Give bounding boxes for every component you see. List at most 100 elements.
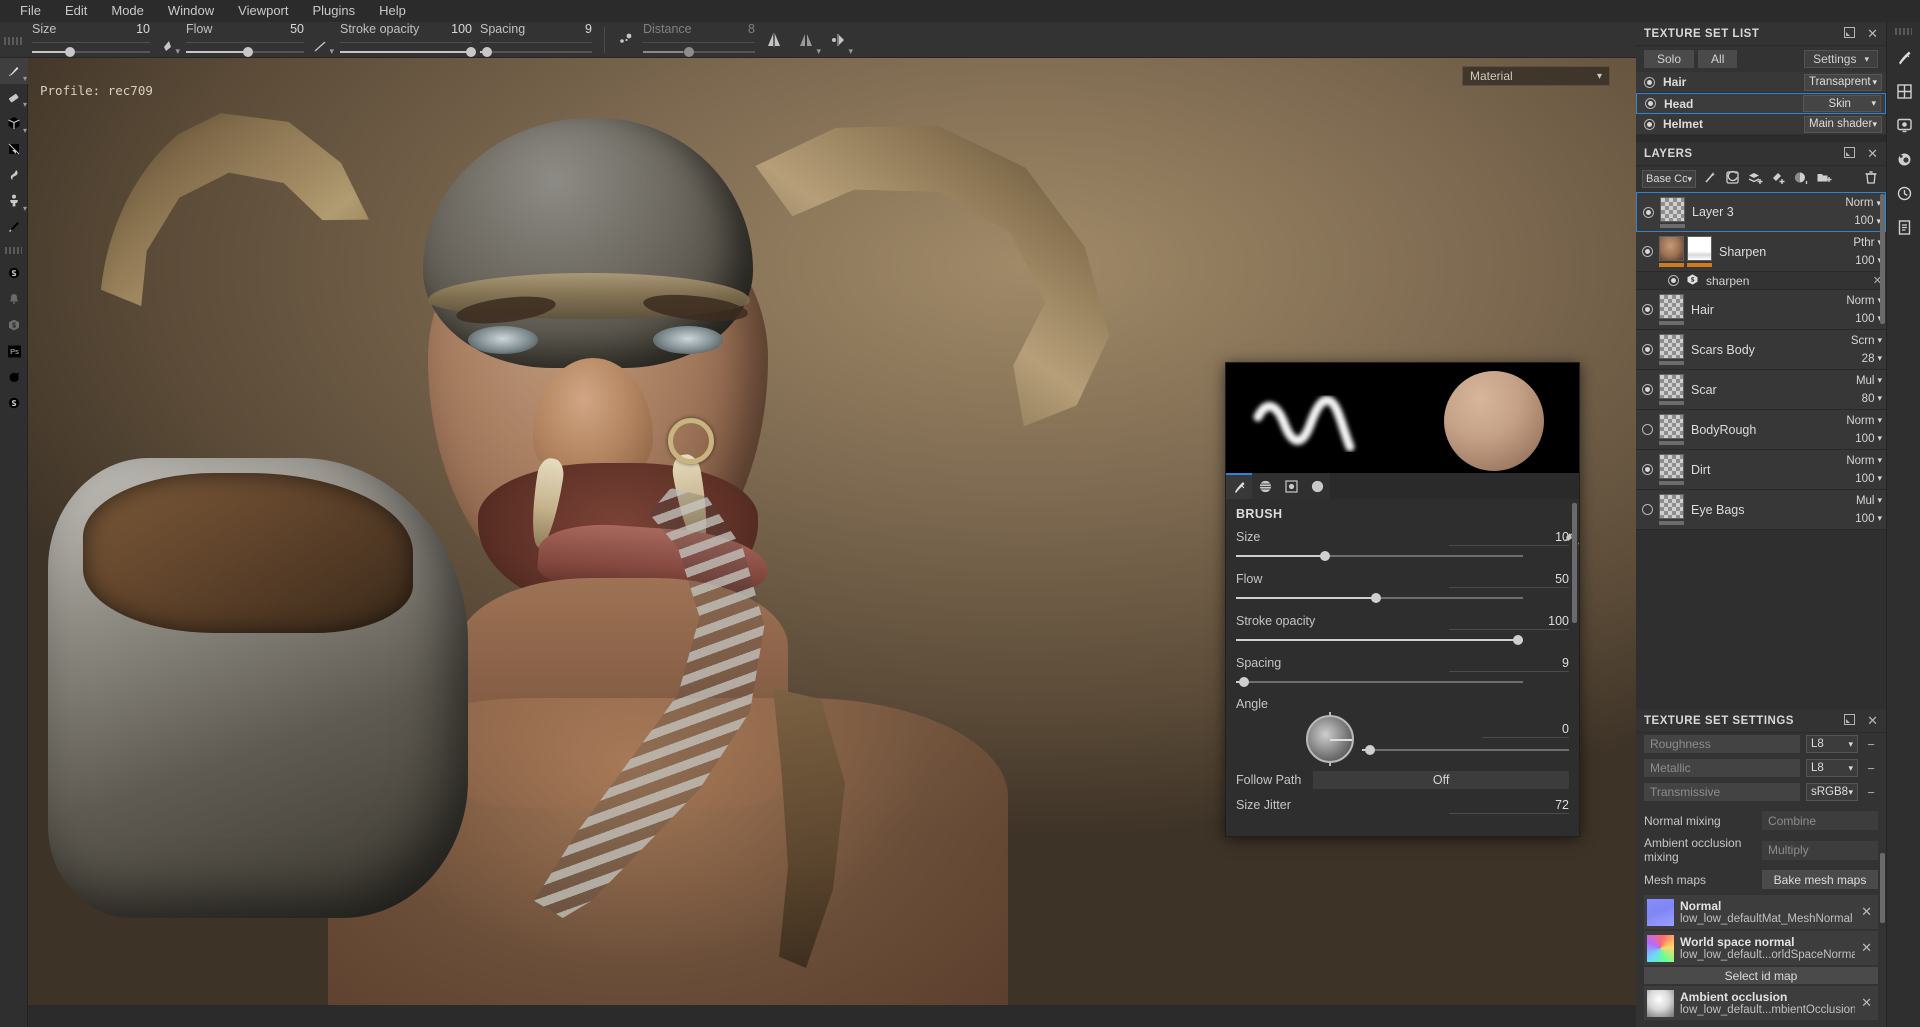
effect-visibility-toggle[interactable] <box>1668 275 1679 286</box>
layer-row-bodyrough[interactable]: BodyRough Norm ▾ 100 ▾ <box>1636 410 1886 450</box>
scatter-icon[interactable] <box>613 22 639 58</box>
layer-blend-mode[interactable]: Norm <box>1846 455 1874 467</box>
layer-visibility-toggle[interactable] <box>1642 246 1653 257</box>
layer-blend-mode[interactable]: Scrn <box>1851 335 1875 347</box>
shader-dropdown[interactable]: Main shader ▾ <box>1804 115 1882 133</box>
texture-set-row-head[interactable]: Head Skin ▾ <box>1636 93 1886 114</box>
texture-set-settings-scrollbar[interactable] <box>1880 853 1885 923</box>
layer-blend-mode[interactable]: Pthr <box>1853 237 1874 249</box>
layer-thumbnail[interactable] <box>1659 374 1684 399</box>
substance-launcher[interactable] <box>0 390 28 416</box>
brush-tip-icon[interactable]: ▾ <box>154 25 180 55</box>
photoshop-link[interactable]: Ps <box>0 338 28 364</box>
brush-panel-scrollbar[interactable] <box>1572 503 1577 623</box>
channel-name[interactable]: Metallic <box>1644 759 1800 777</box>
remove-mesh-map-icon[interactable]: ✕ <box>1861 904 1872 920</box>
menu-item-plugins[interactable]: Plugins <box>300 0 367 22</box>
layer-opacity[interactable]: 100 <box>1855 513 1874 525</box>
tab-stencil[interactable] <box>1278 473 1304 499</box>
mirror-icon[interactable] <box>759 22 791 58</box>
brush-size-slider[interactable] <box>1236 550 1523 562</box>
layer-row-dirt[interactable]: Dirt Norm ▾ 100 ▾ <box>1636 450 1886 490</box>
layer-thumbnail[interactable] <box>1659 414 1684 439</box>
layer-thumbnail[interactable] <box>1660 196 1685 222</box>
tab-material[interactable] <box>1304 473 1330 499</box>
add-fill-layer-icon[interactable] <box>1747 170 1763 188</box>
layer-blend-mode[interactable]: Mul <box>1856 375 1875 387</box>
normal-mixing-value[interactable]: Combine <box>1762 811 1878 830</box>
flow-curve-icon[interactable]: ▾ <box>308 25 334 55</box>
undock-panel-icon[interactable] <box>1844 27 1856 40</box>
smudge-tool[interactable] <box>0 162 28 188</box>
layer-thumbnail[interactable] <box>1659 334 1684 359</box>
all-button[interactable]: All <box>1698 50 1738 68</box>
layer-thumbnail[interactable] <box>1659 454 1684 479</box>
shelf-tab[interactable] <box>1887 74 1920 108</box>
ao-mixing-value[interactable]: Multiply <box>1762 840 1878 860</box>
layer-opacity[interactable]: 28 <box>1862 353 1875 365</box>
delete-layer-icon[interactable] <box>1864 170 1878 188</box>
close-panel-icon[interactable]: ✕ <box>1867 27 1878 40</box>
substance-effect[interactable] <box>0 260 28 286</box>
panel-splitter[interactable] <box>1636 135 1886 142</box>
toolbar-size-slider[interactable] <box>32 45 150 59</box>
brush-angle-slider[interactable] <box>1362 744 1569 756</box>
channel-format-dropdown[interactable]: L8 ▾ <box>1806 759 1858 777</box>
layer-row-eye-bags[interactable]: Eye Bags Mul ▾ 100 ▾ <box>1636 490 1886 530</box>
remove-mesh-map-icon[interactable]: ✕ <box>1861 940 1872 956</box>
layer-thumbnail[interactable] <box>1659 294 1684 319</box>
layer-row-hair[interactable]: Hair Norm▾ 100▾ <box>1636 290 1886 330</box>
layer-thumbnail[interactable] <box>1659 494 1684 519</box>
layer-mask-thumbnail[interactable] <box>1687 236 1712 261</box>
layer-opacity[interactable]: 100 <box>1855 473 1874 485</box>
menu-item-file[interactable]: File <box>8 0 53 22</box>
layer-blend-mode[interactable]: Norm <box>1846 295 1874 307</box>
magic-effects-icon[interactable] <box>1703 170 1718 188</box>
visibility-toggle-icon[interactable] <box>1644 118 1655 130</box>
menu-item-window[interactable]: Window <box>156 0 226 22</box>
remove-channel-icon[interactable]: − <box>1864 761 1878 776</box>
layer-thumbnail[interactable] <box>1659 236 1684 261</box>
tab-brush[interactable] <box>1226 473 1252 499</box>
brush-spacing-slider[interactable] <box>1236 676 1523 688</box>
toolbar-flow-param[interactable]: Flow 50 <box>182 22 308 58</box>
remove-mesh-map-icon[interactable]: ✕ <box>1861 995 1872 1011</box>
substance-source[interactable] <box>0 312 28 338</box>
add-adjustment-icon[interactable] <box>1725 170 1740 188</box>
remove-channel-icon[interactable]: − <box>1864 737 1878 752</box>
projection-tool[interactable]: ▾ <box>0 110 28 136</box>
display-settings-tab[interactable] <box>1887 108 1920 142</box>
menu-item-edit[interactable]: Edit <box>53 0 99 22</box>
menu-item-help[interactable]: Help <box>367 0 418 22</box>
mesh-map-world-space-normal[interactable]: World space normal low_low_default...orl… <box>1644 931 1878 965</box>
brush-stroke-opacity-slider[interactable] <box>1236 634 1523 646</box>
brush-angle-dial[interactable] <box>1306 712 1354 766</box>
layer-blend-mode[interactable]: Mul <box>1856 495 1875 507</box>
layer-blend-mode[interactable]: Norm <box>1845 197 1873 209</box>
layer-visibility-toggle[interactable] <box>1642 424 1653 435</box>
toolbar-spacing-param[interactable]: Spacing 9 <box>476 22 596 58</box>
mesh-map-normal[interactable]: Normal low_low_defaultMat_MeshNormal ✕ <box>1644 895 1878 929</box>
toolbar-size-param[interactable]: Size 10 <box>28 22 154 58</box>
right-rail-drag-handle[interactable] <box>1895 26 1912 36</box>
texture-set-settings-button[interactable]: Settings ▾ <box>1804 50 1878 68</box>
symmetry-icon[interactable]: ▾ <box>791 22 823 58</box>
toolbar-flow-slider[interactable] <box>186 45 304 59</box>
toolbar-distance-slider[interactable] <box>643 45 755 59</box>
undock-panel-icon[interactable] <box>1844 147 1856 160</box>
toolbar-stroke-opacity-slider[interactable] <box>340 45 476 59</box>
layer-visibility-toggle[interactable] <box>1642 464 1653 475</box>
select-id-map-button[interactable]: Select id map <box>1644 967 1878 984</box>
shader-settings-tab[interactable] <box>1887 142 1920 176</box>
shader-dropdown[interactable]: Transaprent ▾ <box>1804 73 1882 91</box>
layer-effect-sharpen[interactable]: sharpen ✕ <box>1636 272 1886 290</box>
remove-channel-icon[interactable]: − <box>1864 785 1878 800</box>
tab-alpha[interactable] <box>1252 473 1278 499</box>
layer-row-layer3[interactable]: Layer 3 Norm ▾ 100 ▾ <box>1636 192 1886 232</box>
layer-blend-mode[interactable]: Norm <box>1846 415 1874 427</box>
layer-opacity[interactable]: 100 <box>1855 433 1874 445</box>
layer-opacity[interactable]: 80 <box>1862 393 1875 405</box>
channel-format-dropdown[interactable]: sRGB8 ▾ <box>1806 783 1858 801</box>
paint-brush-tool[interactable]: ▾ <box>0 58 28 84</box>
layer-row-sharpen[interactable]: Sharpen Pthr▾ 100▾ <box>1636 232 1886 272</box>
